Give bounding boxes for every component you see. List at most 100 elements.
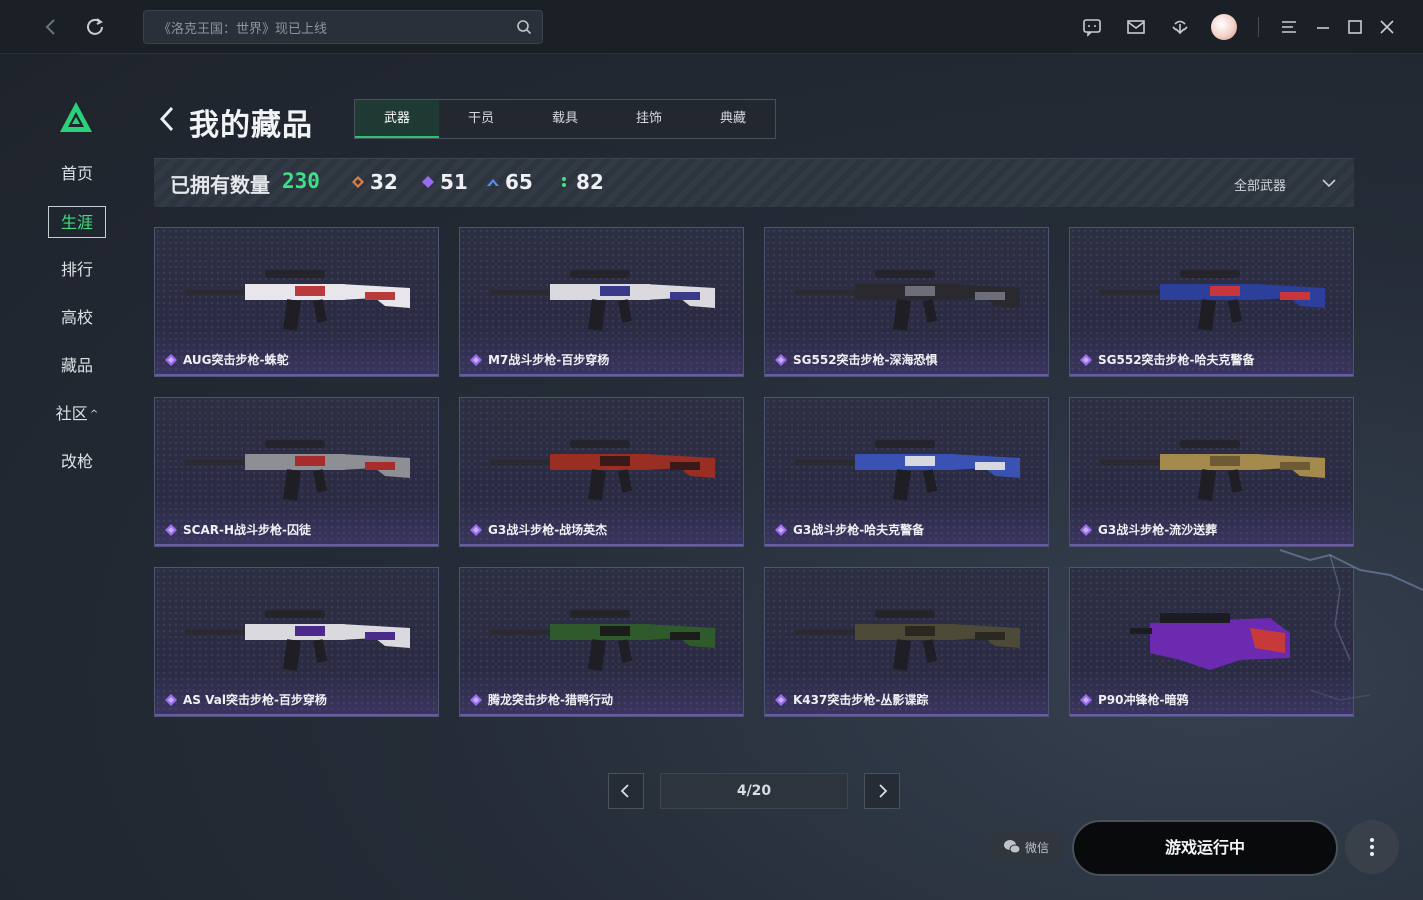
weapon-image — [185, 610, 410, 671]
chevron-down-icon[interactable] — [1320, 174, 1338, 192]
more-vertical-icon — [1370, 838, 1374, 856]
close-icon[interactable] — [1374, 14, 1400, 40]
tab-vehicles[interactable]: 载具 — [523, 100, 607, 138]
wechat-button[interactable]: 微信 — [989, 832, 1063, 862]
sidebar-item-collection[interactable]: 藏品 — [48, 350, 106, 382]
prev-page-button[interactable] — [608, 773, 644, 809]
weapon-image — [185, 270, 410, 331]
weapon-card[interactable]: AUG突击步枪-蛛鸵 — [154, 227, 439, 377]
weapon-card[interactable]: SG552突击步枪-深海恐惧 — [764, 227, 1049, 377]
weapon-card[interactable]: P90冲锋枪-暗鸦 — [1069, 567, 1354, 717]
rarity-count-value: 32 — [370, 170, 398, 194]
chevron-left-icon — [620, 784, 629, 798]
sidebar-item-community[interactable]: 社区 ^ — [48, 398, 106, 430]
sidebar-item-label: 藏品 — [60, 356, 93, 375]
back-arrow-icon[interactable] — [156, 104, 178, 134]
weapon-name-text: AS Val突击步枪-百步穿杨 — [183, 693, 327, 707]
weapon-card[interactable]: SG552突击步枪-哈夫克警备 — [1069, 227, 1354, 377]
sidebar-item-label: 社区 — [55, 404, 88, 423]
refresh-icon[interactable] — [82, 14, 108, 40]
weapon-name-text: 腾龙突击步枪-猎鸭行动 — [488, 693, 613, 707]
green-dots-icon — [562, 177, 566, 187]
weapon-image — [1100, 270, 1325, 331]
maximize-icon[interactable] — [1342, 14, 1368, 40]
sidebar-item-ranking[interactable]: 排行 — [48, 254, 106, 286]
weapon-name: P90冲锋枪-暗鸦 — [1080, 691, 1188, 708]
rarity-gem-icon — [775, 693, 787, 706]
search-placeholder: 《洛克王国：世界》现已上线 — [158, 21, 328, 37]
weapon-name-text: AUG突击步枪-蛛鸵 — [183, 353, 289, 367]
rarity-gem-icon — [775, 523, 787, 536]
weapon-name: SG552突击步枪-哈夫克警备 — [1080, 351, 1255, 368]
rarity-count-orange: 32 — [352, 170, 398, 194]
tab-weapons[interactable]: 武器 — [355, 100, 439, 138]
weapon-name-text: G3战斗步枪-流沙送葬 — [1098, 523, 1218, 537]
rarity-gem-icon — [1080, 523, 1092, 536]
next-page-button[interactable] — [864, 773, 900, 809]
nav-back-icon[interactable] — [38, 14, 64, 40]
download-icon[interactable] — [1167, 14, 1193, 40]
weapon-name: K437突击步枪-丛影谍踪 — [775, 691, 928, 708]
category-tabs: 武器 干员 载具 挂饰 典藏 — [354, 99, 776, 139]
weapon-card[interactable]: AS Val突击步枪-百步穿杨 — [154, 567, 439, 717]
weapon-card[interactable]: 腾龙突击步枪-猎鸭行动 — [459, 567, 744, 717]
rarity-count-purple: 51 — [422, 170, 468, 194]
weapon-image — [1100, 440, 1325, 501]
minimize-icon[interactable] — [1310, 14, 1336, 40]
sidebar-item-career[interactable]: 生涯 — [48, 206, 106, 238]
sidebar-item-label: 排行 — [60, 260, 93, 279]
search-input[interactable]: 《洛克王国：世界》现已上线 — [143, 10, 543, 44]
weapon-card[interactable]: G3战斗步枪-哈夫克警备 — [764, 397, 1049, 547]
mail-icon[interactable] — [1123, 14, 1149, 40]
rarity-gem-icon — [1080, 693, 1092, 706]
sidebar-item-college[interactable]: 高校 — [48, 302, 106, 334]
weapon-card[interactable]: K437突击步枪-丛影谍踪 — [764, 567, 1049, 717]
game-running-button[interactable]: 游戏运行中 — [1072, 820, 1338, 876]
tab-charms[interactable]: 挂饰 — [607, 100, 691, 138]
more-options-button[interactable] — [1345, 820, 1399, 874]
weapon-image — [490, 610, 715, 671]
rarity-gem-icon — [470, 693, 482, 706]
tab-archive[interactable]: 典藏 — [691, 100, 775, 138]
page-title: 我的藏品 — [189, 108, 313, 143]
weapon-name-text: K437突击步枪-丛影谍踪 — [793, 693, 929, 707]
weapon-card[interactable]: G3战斗步枪-流沙送葬 — [1069, 397, 1354, 547]
owned-count-total: 230 — [282, 169, 320, 193]
purple-diamond-icon — [422, 176, 434, 188]
wechat-icon — [1003, 840, 1021, 854]
weapon-name: 腾龙突击步枪-猎鸭行动 — [470, 691, 613, 708]
chevron-right-icon — [879, 784, 888, 798]
weapon-card[interactable]: SCAR-H战斗步枪-囚徒 — [154, 397, 439, 547]
rarity-count-value: 65 — [505, 170, 533, 194]
weapon-image — [490, 270, 715, 331]
rarity-gem-icon — [165, 523, 177, 536]
tab-operators[interactable]: 干员 — [439, 100, 523, 138]
chat-icon[interactable] — [1079, 14, 1105, 40]
sidebar-item-gunsmith[interactable]: 改枪 — [48, 446, 106, 478]
logo-icon — [60, 102, 92, 132]
weapon-name: AUG突击步枪-蛛鸵 — [165, 351, 289, 368]
weapon-card[interactable]: G3战斗步枪-战场英杰 — [459, 397, 744, 547]
weapon-name-text: G3战斗步枪-战场英杰 — [488, 523, 608, 537]
menu-icon[interactable] — [1276, 14, 1302, 40]
weapon-name-text: G3战斗步枪-哈夫克警备 — [793, 523, 925, 537]
weapon-name: M7战斗步枪-百步穿杨 — [470, 351, 609, 368]
blue-chevron-icon — [487, 179, 499, 186]
page-indicator: 4/20 — [660, 773, 848, 809]
sidebar-item-label: 首页 — [60, 164, 93, 183]
rarity-count-value: 51 — [440, 170, 468, 194]
rarity-gem-icon — [165, 353, 177, 366]
sidebar-item-home[interactable]: 首页 — [48, 158, 106, 190]
rarity-gem-icon — [165, 693, 177, 706]
sidebar-item-label: 高校 — [60, 308, 93, 327]
weapon-filter-dropdown[interactable]: 全部武器 — [1234, 175, 1286, 194]
divider — [1258, 17, 1259, 37]
weapon-card[interactable]: M7战斗步枪-百步穿杨 — [459, 227, 744, 377]
weapon-name-text: SG552突击步枪-哈夫克警备 — [1098, 353, 1255, 367]
search-icon[interactable] — [516, 19, 532, 35]
sidebar-nav: 首页 生涯 排行 高校 藏品 社区 ^ 改枪 — [48, 158, 106, 494]
avatar[interactable] — [1211, 14, 1237, 40]
caret-up-icon: ^ — [89, 408, 99, 420]
sidebar-item-label: 生涯 — [60, 213, 93, 232]
owned-count-label: 已拥有数量 — [170, 173, 270, 197]
